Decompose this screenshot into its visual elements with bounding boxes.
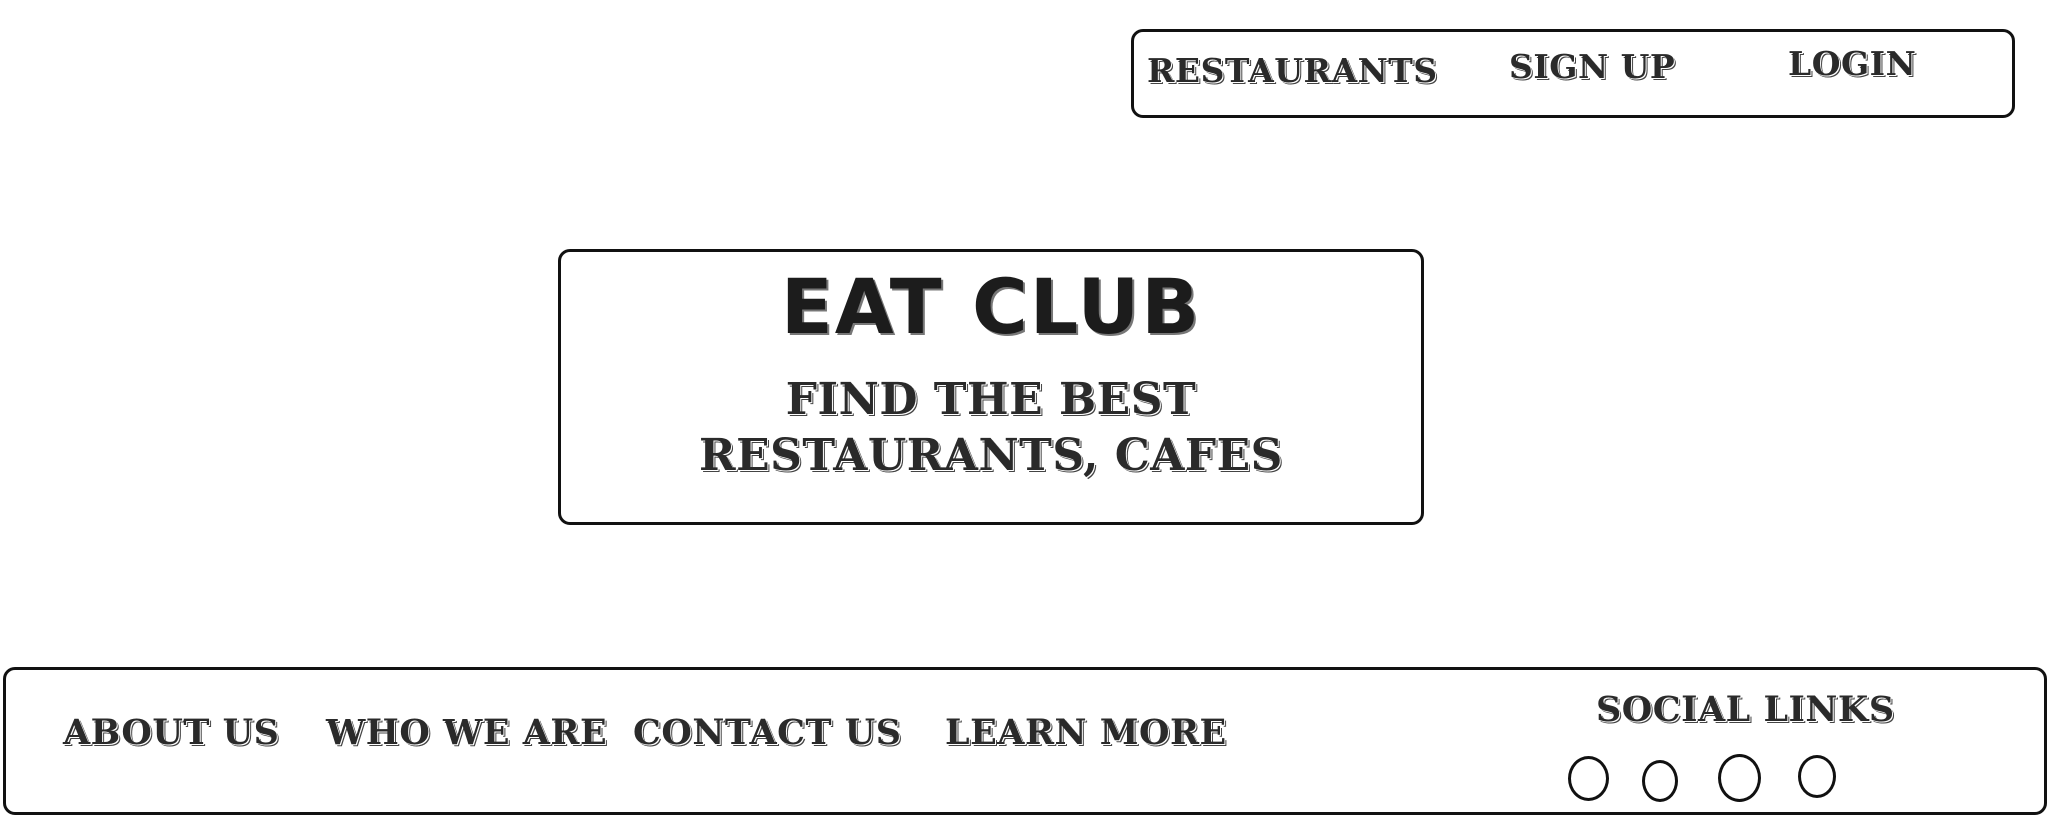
nav-login-link[interactable]: LOGIN — [1788, 44, 1916, 83]
social-links-heading: SOCIAL LINKS — [1596, 689, 1895, 730]
social-icon-4[interactable] — [1798, 755, 1836, 798]
footer: ABOUT US WHO WE ARE CONTACT US LEARN MOR… — [3, 667, 2047, 815]
footer-about-us-link[interactable]: ABOUT US — [63, 712, 279, 753]
social-icon-1[interactable] — [1568, 756, 1609, 801]
site-title: EAT CLUB — [780, 262, 1202, 351]
nav-restaurants-link[interactable]: RESTAURANTS — [1147, 51, 1438, 90]
footer-who-we-are-link[interactable]: WHO WE ARE — [326, 712, 607, 753]
social-icon-2[interactable] — [1642, 760, 1678, 802]
hero-banner: EAT CLUB FIND THE BEST RESTAURANTS, CAFE… — [558, 249, 1424, 525]
footer-learn-more-link[interactable]: LEARN MORE — [945, 712, 1227, 753]
hero-tagline: FIND THE BEST RESTAURANTS, CAFES — [699, 374, 1283, 481]
footer-contact-us-link[interactable]: CONTACT US — [633, 712, 902, 753]
top-navigation: RESTAURANTS SIGN UP LOGIN — [1131, 29, 2015, 118]
social-icon-3[interactable] — [1718, 754, 1761, 802]
nav-signup-link[interactable]: SIGN UP — [1509, 47, 1675, 86]
